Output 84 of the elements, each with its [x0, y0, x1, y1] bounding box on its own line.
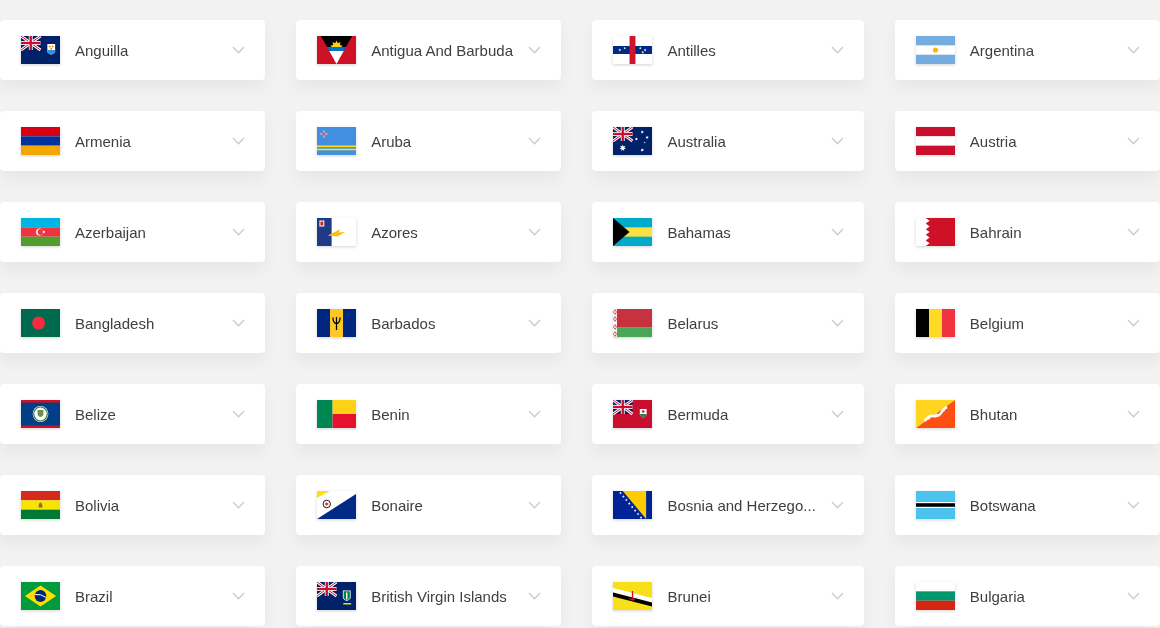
chevron-down-icon [1127, 228, 1140, 236]
chevron-down-icon [232, 410, 246, 418]
country-dropdown[interactable]: Austria [894, 111, 1160, 171]
chevron-down-icon [232, 137, 246, 145]
chevron-down-icon [830, 501, 844, 509]
chevron-down-icon [232, 319, 246, 327]
chevron-down-icon [830, 319, 844, 327]
country-dropdown[interactable]: Anguilla [0, 20, 266, 80]
chevron-down-icon [830, 410, 844, 418]
flag-icon [915, 127, 955, 155]
flag-icon [613, 582, 653, 610]
flag-icon [21, 36, 60, 64]
country-dropdown[interactable]: Argentina [894, 20, 1160, 80]
chevron-down-icon [830, 137, 844, 145]
chevron-down-icon [1127, 592, 1140, 600]
flag-icon [613, 309, 653, 337]
flag-icon [317, 400, 357, 428]
flag-icon [915, 309, 955, 337]
flag-icon [21, 218, 60, 246]
flag-icon [613, 36, 653, 64]
country-dropdown[interactable]: Australia [592, 111, 864, 171]
chevron-down-icon [232, 592, 246, 600]
flag-icon [317, 582, 357, 610]
flag-icon [915, 218, 955, 246]
country-dropdown[interactable]: Brazil [0, 566, 266, 626]
flag-icon [613, 127, 653, 155]
chevron-down-icon [528, 228, 542, 236]
country-dropdown[interactable]: Benin [296, 384, 562, 444]
flag-icon [317, 491, 357, 519]
country-dropdown[interactable]: Armenia [0, 111, 266, 171]
country-dropdown[interactable]: Aruba [296, 111, 562, 171]
chevron-down-icon [1127, 46, 1140, 54]
flag-icon [21, 309, 60, 337]
flag-icon [21, 582, 60, 610]
country-dropdown[interactable]: British Virgin Islands [296, 566, 562, 626]
country-dropdown[interactable]: Brunei [592, 566, 864, 626]
chevron-down-icon [830, 46, 844, 54]
country-dropdown[interactable]: Barbados [296, 293, 562, 353]
flag-icon [915, 582, 955, 610]
country-dropdown[interactable]: Belarus [592, 293, 864, 353]
country-dropdown[interactable]: Antigua And Barbuda [296, 20, 562, 80]
country-dropdown[interactable]: Bonaire [296, 475, 562, 535]
country-dropdown[interactable]: Belize [0, 384, 266, 444]
chevron-down-icon [528, 501, 542, 509]
chevron-down-icon [528, 46, 542, 54]
country-dropdown[interactable]: Azores [296, 202, 562, 262]
flag-icon [915, 491, 955, 519]
country-dropdown[interactable]: Azerbaijan [0, 202, 266, 262]
flag-icon [317, 36, 357, 64]
chevron-down-icon [232, 46, 246, 54]
country-dropdown[interactable]: Bangladesh [0, 293, 266, 353]
chevron-down-icon [830, 592, 844, 600]
chevron-down-icon [528, 319, 542, 327]
chevron-down-icon [528, 410, 542, 418]
chevron-down-icon [1127, 137, 1140, 145]
country-dropdown[interactable]: Belgium [894, 293, 1160, 353]
flag-icon [317, 309, 357, 337]
flag-icon [21, 127, 60, 155]
flag-icon [613, 400, 653, 428]
chevron-down-icon [232, 228, 246, 236]
country-dropdown[interactable]: Bahamas [592, 202, 864, 262]
flag-icon [613, 218, 653, 246]
chevron-down-icon [1127, 501, 1140, 509]
country-dropdown[interactable]: Bosnia and Herzego... [592, 475, 864, 535]
country-dropdown[interactable]: Bhutan [894, 384, 1160, 444]
flag-icon [317, 218, 357, 246]
country-dropdown[interactable]: Antilles [592, 20, 864, 80]
flag-icon [915, 36, 955, 64]
flag-icon [613, 491, 653, 519]
chevron-down-icon [830, 228, 844, 236]
chevron-down-icon [528, 592, 542, 600]
flag-icon [21, 491, 60, 519]
flag-icon [21, 400, 60, 428]
chevron-down-icon [232, 501, 246, 509]
country-dropdown[interactable]: Botswana [894, 475, 1160, 535]
country-dropdown[interactable]: Bermuda [592, 384, 864, 444]
country-dropdown[interactable]: Bulgaria [894, 566, 1160, 626]
chevron-down-icon [1127, 410, 1140, 418]
country-dropdown[interactable]: Bolivia [0, 475, 266, 535]
flag-icon [317, 127, 357, 155]
flag-icon [915, 400, 955, 428]
chevron-down-icon [1127, 319, 1140, 327]
chevron-down-icon [528, 137, 542, 145]
country-dropdown[interactable]: Bahrain [894, 202, 1160, 262]
